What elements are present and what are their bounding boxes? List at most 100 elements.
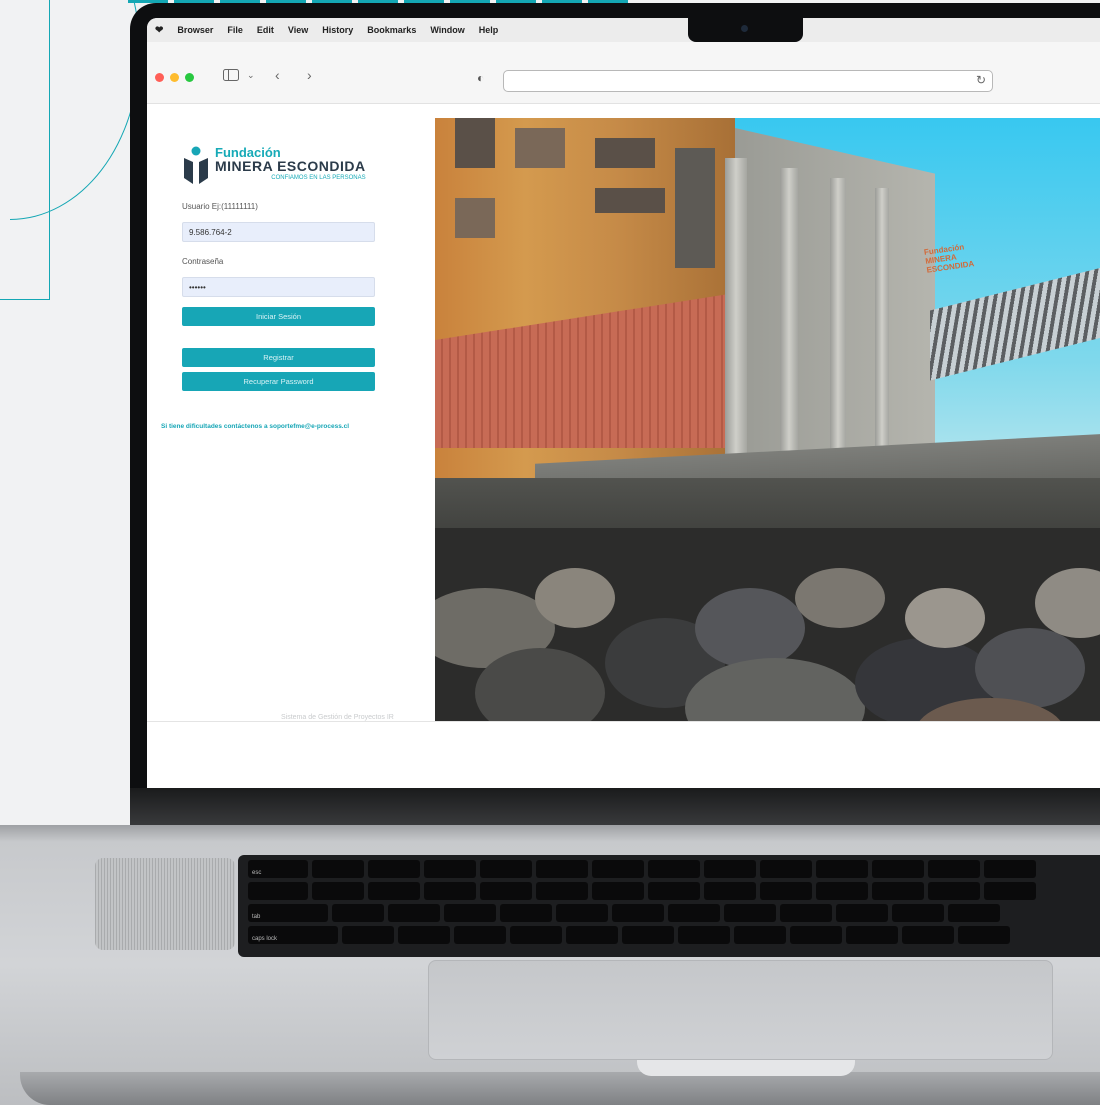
- key[interactable]: [760, 860, 812, 878]
- key[interactable]: [444, 904, 496, 922]
- key[interactable]: [648, 882, 700, 900]
- key[interactable]: [566, 926, 618, 944]
- key[interactable]: [668, 904, 720, 922]
- key[interactable]: [592, 860, 644, 878]
- brand-logo: Fundación MINERA ESCONDIDA CONFIAMOS EN …: [183, 146, 366, 184]
- key[interactable]: [592, 882, 644, 900]
- menu-help[interactable]: Help: [479, 25, 499, 35]
- key[interactable]: [678, 926, 730, 944]
- key[interactable]: [872, 882, 924, 900]
- key[interactable]: [648, 860, 700, 878]
- key[interactable]: [948, 904, 1000, 922]
- key[interactable]: [928, 860, 980, 878]
- key[interactable]: [612, 904, 664, 922]
- key[interactable]: [704, 882, 756, 900]
- key[interactable]: [424, 860, 476, 878]
- key[interactable]: [872, 860, 924, 878]
- key[interactable]: tab: [248, 904, 328, 922]
- key[interactable]: [536, 860, 588, 878]
- shield-icon[interactable]: ◐: [477, 71, 484, 85]
- key[interactable]: [424, 882, 476, 900]
- register-button[interactable]: Registrar: [182, 348, 375, 367]
- reload-icon[interactable]: ↻: [976, 73, 986, 87]
- key[interactable]: [984, 860, 1036, 878]
- key[interactable]: [892, 904, 944, 922]
- menu-file[interactable]: File: [227, 25, 243, 35]
- apple-icon[interactable]: ❤: [155, 25, 163, 36]
- menu-window[interactable]: Window: [430, 25, 464, 35]
- key[interactable]: [480, 860, 532, 878]
- screen-notch: [688, 18, 803, 42]
- key[interactable]: [836, 904, 888, 922]
- user-label: Usuario Ej:(11111111): [182, 202, 258, 211]
- menu-browser[interactable]: Browser: [177, 25, 213, 35]
- key[interactable]: [790, 926, 842, 944]
- key[interactable]: [556, 904, 608, 922]
- footer-text: Sistema de Gestión de Proyectos IR: [281, 714, 394, 721]
- chevron-left-icon[interactable]: ‹: [275, 67, 280, 83]
- key[interactable]: [958, 926, 1010, 944]
- key[interactable]: esc: [248, 860, 308, 878]
- recover-password-button[interactable]: Recuperar Password: [182, 372, 375, 391]
- key[interactable]: [500, 904, 552, 922]
- menu-view[interactable]: View: [288, 25, 308, 35]
- key[interactable]: [846, 926, 898, 944]
- key[interactable]: [760, 882, 812, 900]
- key[interactable]: [734, 926, 786, 944]
- trackpad[interactable]: [428, 960, 1053, 1060]
- browser-toolbar: ⌄ ‹ › ◐ ↻: [147, 42, 1100, 104]
- key[interactable]: [312, 882, 364, 900]
- camera-icon: [741, 25, 748, 32]
- key[interactable]: [510, 926, 562, 944]
- page-divider: [147, 721, 1100, 722]
- key[interactable]: [902, 926, 954, 944]
- key[interactable]: [816, 882, 868, 900]
- password-input[interactable]: ••••••: [182, 277, 375, 297]
- logo-line2: MINERA ESCONDIDA: [215, 158, 366, 174]
- key[interactable]: [928, 882, 980, 900]
- close-window-button[interactable]: [155, 73, 164, 82]
- laptop-front-notch: [637, 1060, 855, 1076]
- key[interactable]: [398, 926, 450, 944]
- key[interactable]: [248, 882, 308, 900]
- support-contact-text[interactable]: Si tiene dificultades contáctenos a sopo…: [161, 423, 349, 430]
- key[interactable]: [368, 860, 420, 878]
- chevron-right-icon[interactable]: ›: [307, 67, 312, 83]
- maximize-window-button[interactable]: [185, 73, 194, 82]
- key[interactable]: [622, 926, 674, 944]
- key[interactable]: [332, 904, 384, 922]
- laptop-base-edge: [20, 1072, 1100, 1105]
- sidebar-icon[interactable]: [223, 68, 239, 84]
- menu-history[interactable]: History: [322, 25, 353, 35]
- photo-stones: [435, 528, 1100, 722]
- key[interactable]: [368, 882, 420, 900]
- key[interactable]: [342, 926, 394, 944]
- user-input[interactable]: 9.586.764-2: [182, 222, 375, 242]
- key[interactable]: [312, 860, 364, 878]
- laptop-screen: ❤ Browser File Edit View History Bookmar…: [147, 18, 1100, 790]
- keyboard-row: [248, 882, 1036, 900]
- laptop-hinge: [130, 788, 1100, 828]
- address-bar[interactable]: ↻: [503, 70, 993, 92]
- key[interactable]: [816, 860, 868, 878]
- key[interactable]: [454, 926, 506, 944]
- key[interactable]: [388, 904, 440, 922]
- key[interactable]: [536, 882, 588, 900]
- key[interactable]: [724, 904, 776, 922]
- logo-tagline: CONFIAMOS EN LAS PERSONAS: [271, 175, 366, 181]
- keyboard-row: esc: [248, 860, 1036, 878]
- web-page: Fundación MINERA ESCONDIDA CONFIAMOS EN …: [147, 104, 1100, 724]
- minimize-window-button[interactable]: [170, 73, 179, 82]
- menu-bookmarks[interactable]: Bookmarks: [367, 25, 416, 35]
- chevron-down-icon[interactable]: ⌄: [247, 70, 255, 81]
- key[interactable]: caps lock: [248, 926, 338, 944]
- menu-edit[interactable]: Edit: [257, 25, 274, 35]
- key[interactable]: [984, 882, 1036, 900]
- key[interactable]: [704, 860, 756, 878]
- keyboard-row: caps lock: [248, 926, 1010, 944]
- os-menubar: ❤ Browser File Edit View History Bookmar…: [147, 18, 1100, 42]
- brand-logo-icon: [183, 146, 209, 184]
- key[interactable]: [780, 904, 832, 922]
- login-button[interactable]: Iniciar Sesión: [182, 307, 375, 326]
- key[interactable]: [480, 882, 532, 900]
